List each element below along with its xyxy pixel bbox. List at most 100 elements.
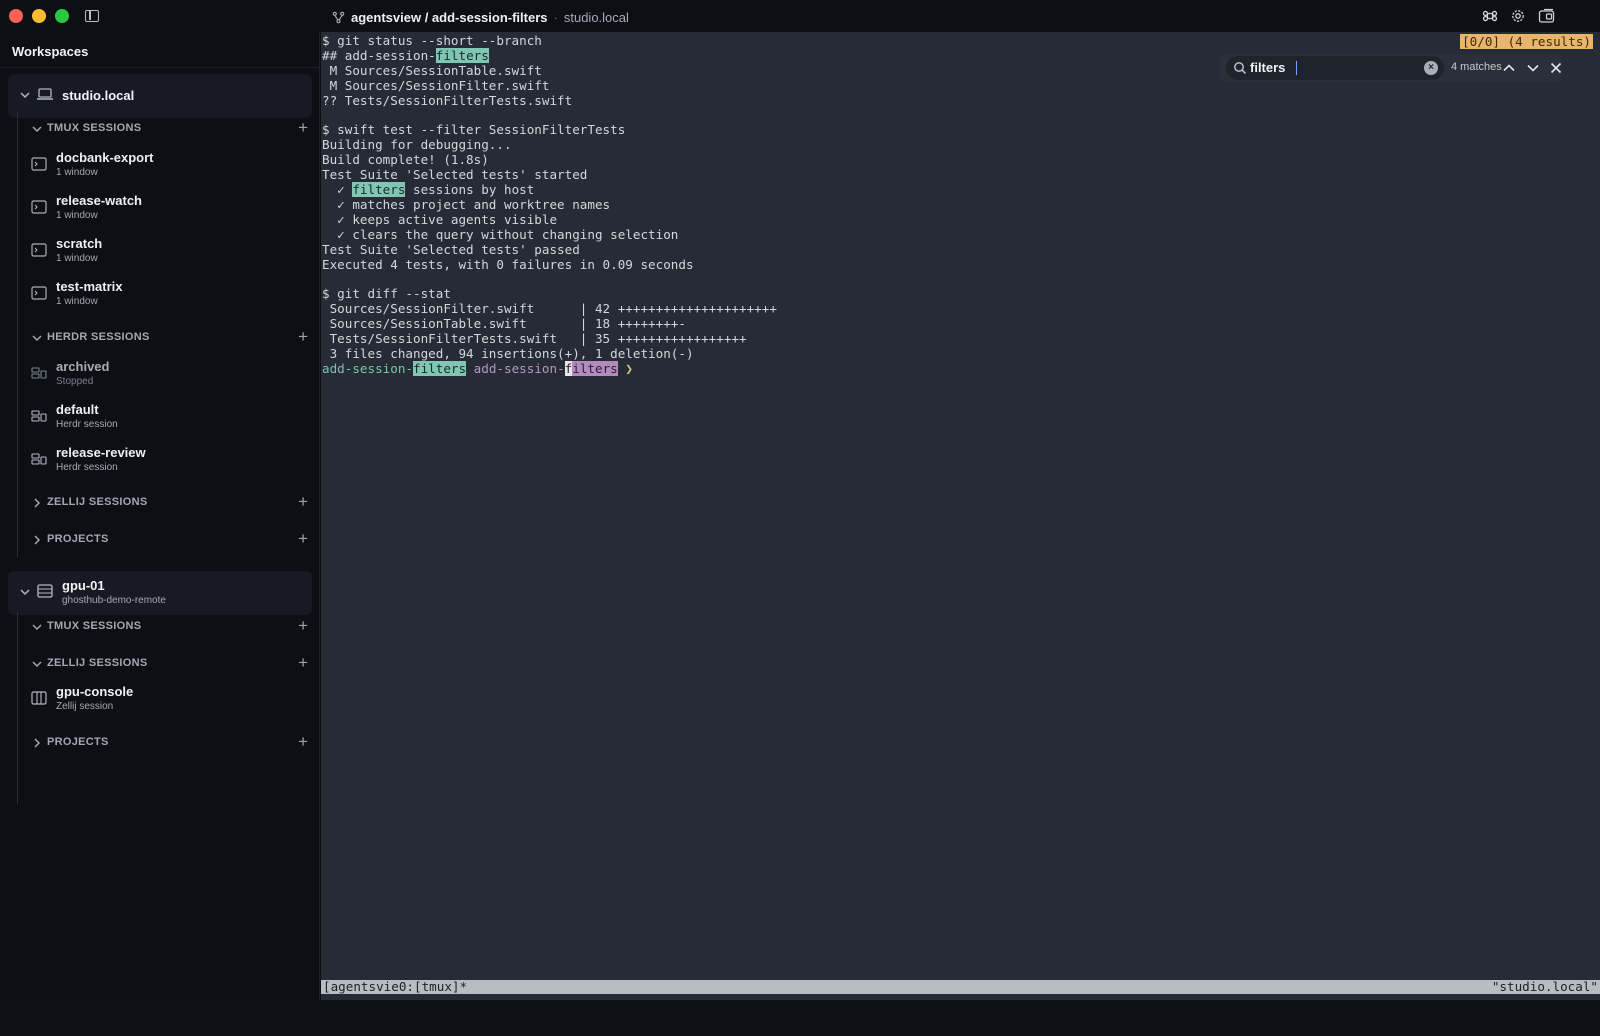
terminal-line: M Sources/SessionFilter.swift xyxy=(322,77,550,93)
terminal-line: Building for debugging... xyxy=(322,137,512,153)
search-icon xyxy=(1234,62,1247,75)
add-session-button[interactable]: + xyxy=(298,119,308,137)
chevron-down-icon[interactable] xyxy=(18,88,32,102)
section-zellij-sessions[interactable]: ZELLIJ SESSIONS + xyxy=(30,654,310,673)
section-projects[interactable]: PROJECTS + xyxy=(30,530,310,549)
chevron-down-icon[interactable] xyxy=(1525,60,1541,76)
terminal-icon xyxy=(31,286,47,300)
session-detail: 1 window xyxy=(56,253,98,264)
chevron-right-icon[interactable] xyxy=(30,736,44,750)
close-window-button[interactable] xyxy=(9,9,23,23)
session-docbank-export[interactable]: docbank-export 1 window xyxy=(28,147,308,183)
add-session-button[interactable]: + xyxy=(298,654,308,672)
panel-switch-icon[interactable] xyxy=(1538,8,1555,24)
match-count: 4 matches xyxy=(1451,61,1502,73)
session-name: gpu-console xyxy=(56,684,134,699)
status-right: "studio.local" xyxy=(1491,979,1598,994)
add-session-button[interactable]: + xyxy=(298,328,308,346)
zoom-window-button[interactable] xyxy=(55,9,69,23)
sidebar-toggle-icon[interactable] xyxy=(85,10,99,22)
host-studio-local[interactable]: studio.local xyxy=(8,74,312,118)
chevron-down-icon[interactable] xyxy=(30,620,44,634)
branch-icon xyxy=(332,11,345,23)
session-gpu-console[interactable]: gpu-console Zellij session xyxy=(28,681,308,717)
session-release-watch[interactable]: release-watch 1 window xyxy=(28,190,308,226)
gear-icon[interactable] xyxy=(1510,8,1526,24)
terminal-line: Sources/SessionTable.swift | 18 ++++++++… xyxy=(322,316,686,332)
section-zellij-sessions[interactable]: ZELLIJ SESSIONS + xyxy=(30,493,310,512)
tmux-status-bar: [agentsvie0:[tmux]* "studio.local" xyxy=(321,980,1600,994)
search-results-badge: [0/0] (4 results) xyxy=(1460,34,1593,49)
chevron-right-icon[interactable] xyxy=(30,496,44,510)
status-left: [agentsvie0:[tmux]* xyxy=(323,979,468,994)
section-label: TMUX SESSIONS xyxy=(47,122,142,134)
terminal-line: Test Suite 'Selected tests' started xyxy=(322,167,588,183)
session-release-review[interactable]: release-review Herdr session xyxy=(28,442,308,478)
terminal-line: M Sources/SessionTable.swift xyxy=(322,62,542,78)
layout-panels-icon xyxy=(31,410,47,422)
section-projects[interactable]: PROJECTS + xyxy=(30,733,310,752)
chevron-down-icon[interactable] xyxy=(30,122,44,136)
window-title: agentsview / add-session-filters · studi… xyxy=(332,8,629,26)
terminal-line: Executed 4 tests, with 0 failures in 0.0… xyxy=(322,256,694,272)
title-bar: agentsview / add-session-filters · studi… xyxy=(0,0,1600,32)
search-match: filters xyxy=(352,182,406,198)
chevron-down-icon[interactable] xyxy=(30,657,44,671)
session-archived[interactable]: archived Stopped xyxy=(28,356,308,392)
add-session-button[interactable]: + xyxy=(298,617,308,635)
terminal-line: $ swift test --filter SessionFilterTests xyxy=(322,122,626,138)
session-name: docbank-export xyxy=(56,150,154,165)
session-name: archived xyxy=(56,359,110,374)
session-detail: 1 window xyxy=(56,296,98,307)
text-caret xyxy=(1296,61,1297,75)
add-project-button[interactable]: + xyxy=(298,530,308,548)
terminal-icon xyxy=(31,200,47,214)
app-window: agentsview / add-session-filters · studi… xyxy=(0,0,1600,1000)
chevron-down-icon[interactable] xyxy=(30,331,44,345)
chevron-down-icon[interactable] xyxy=(18,585,32,599)
session-detail: Stopped xyxy=(56,376,94,387)
close-icon[interactable] xyxy=(1548,60,1564,76)
session-name: release-watch xyxy=(56,193,142,208)
terminal-line: 3 files changed, 94 insertions(+), 1 del… xyxy=(322,346,694,362)
session-default[interactable]: default Herdr session xyxy=(28,399,308,435)
section-label: PROJECTS xyxy=(47,736,109,748)
find-input[interactable]: filters × xyxy=(1226,56,1444,80)
add-session-button[interactable]: + xyxy=(298,493,308,511)
sidebar-divider xyxy=(0,67,320,68)
terminal-line: Test Suite 'Selected tests' passed xyxy=(322,241,580,257)
terminal-line: ✓ matches project and worktree names xyxy=(322,196,611,212)
session-detail: Herdr session xyxy=(56,419,118,430)
command-icon[interactable] xyxy=(1482,8,1498,24)
terminal-line: $ git status --short --branch xyxy=(322,33,542,48)
tree-guide xyxy=(17,612,18,804)
session-test-matrix[interactable]: test-matrix 1 window xyxy=(28,276,308,312)
prompt-arrow: ❯ xyxy=(617,360,633,376)
section-herdr-sessions[interactable]: HERDR SESSIONS + xyxy=(30,328,310,347)
section-label: PROJECTS xyxy=(47,533,109,545)
clear-search-icon[interactable]: × xyxy=(1424,61,1438,75)
terminal-line: ?? Tests/SessionFilterTests.swift xyxy=(322,92,573,108)
terminal-line: Build complete! (1.8s) xyxy=(322,152,489,168)
section-tmux-sessions[interactable]: TMUX SESSIONS + xyxy=(30,119,310,138)
workspaces-sidebar: Workspaces studio.local TMUX SESSIONS + … xyxy=(0,32,320,1000)
columns-icon xyxy=(31,691,47,705)
section-tmux-sessions[interactable]: TMUX SESSIONS + xyxy=(30,617,310,636)
section-label: HERDR SESSIONS xyxy=(47,331,150,343)
minimize-window-button[interactable] xyxy=(32,9,46,23)
terminal-pane[interactable]: $ git status --short --branch ## add-ses… xyxy=(321,32,1600,1000)
session-name: default xyxy=(56,402,99,417)
session-name: release-review xyxy=(56,445,146,460)
host-name: studio.local xyxy=(62,88,135,103)
layout-panels-icon xyxy=(31,367,47,379)
find-query[interactable]: filters xyxy=(1250,60,1285,75)
add-project-button[interactable]: + xyxy=(298,733,308,751)
chevron-right-icon[interactable] xyxy=(30,533,44,547)
session-name: scratch xyxy=(56,236,103,251)
host-gpu-01[interactable]: gpu-01 ghosthub-demo-remote xyxy=(8,571,312,615)
chevron-up-icon[interactable] xyxy=(1501,60,1517,76)
find-bar: filters × 4 matches xyxy=(1220,54,1562,82)
terminal-icon xyxy=(31,157,47,171)
terminal-line: $ git diff --stat xyxy=(322,286,451,302)
session-scratch[interactable]: scratch 1 window xyxy=(28,233,308,269)
